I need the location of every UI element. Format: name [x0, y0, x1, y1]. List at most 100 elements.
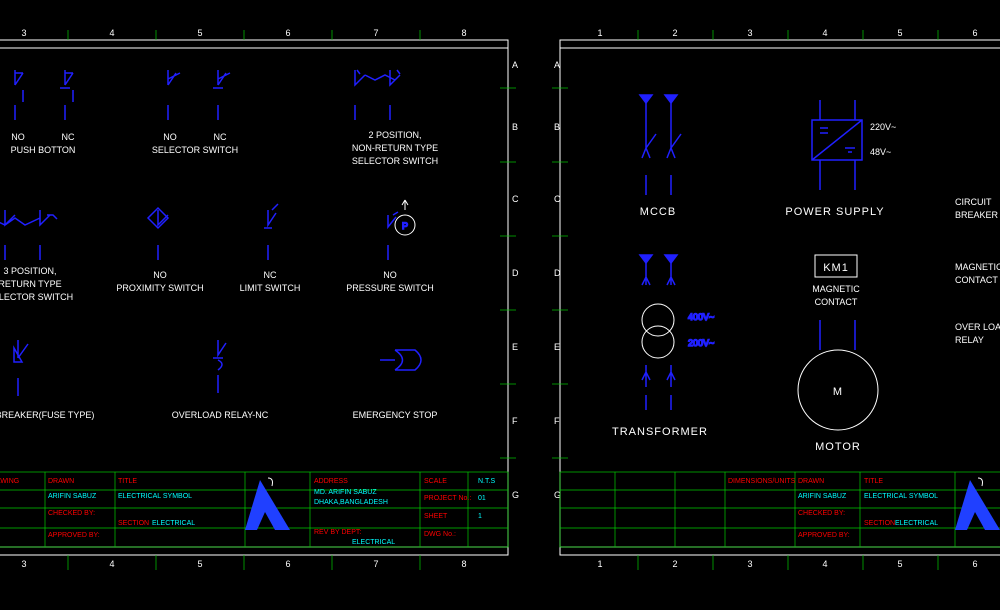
- svg-text:SELECTOR SWITCH: SELECTOR SWITCH: [352, 156, 438, 166]
- svg-text:5: 5: [197, 28, 202, 38]
- svg-text:MCCB: MCCB: [640, 206, 676, 218]
- svg-text:BREAKER(FUSE TYPE): BREAKER(FUSE TYPE): [0, 410, 94, 420]
- svg-text:A: A: [512, 60, 518, 70]
- svg-text:4: 4: [822, 28, 827, 38]
- svg-text:2 POSITION,: 2 POSITION,: [368, 130, 421, 140]
- svg-text:1: 1: [478, 513, 482, 520]
- right-sheet: 123456 123456 ABCDEFG MCCB 220V~ 48V~ PO…: [552, 28, 1000, 570]
- svg-text:DRAWN: DRAWN: [48, 478, 74, 485]
- svg-text:OVER LOAD: OVER LOAD: [955, 322, 1000, 332]
- svg-text:NO: NO: [11, 132, 25, 142]
- svg-text:ADDRESS: ADDRESS: [314, 478, 348, 485]
- proximity: [148, 208, 168, 260]
- svg-text:NON-RETURN TYPE: NON-RETURN TYPE: [352, 143, 438, 153]
- svg-text:NC: NC: [264, 270, 277, 280]
- svg-text:E: E: [512, 342, 518, 352]
- svg-text:APPROVED BY:: APPROVED BY:: [48, 532, 100, 539]
- svg-text:KM1: KM1: [823, 262, 849, 274]
- title-block-left: RE DRAWING DRAWN ARIFIN SABUZ CHECKED BY…: [0, 472, 508, 547]
- svg-text:4: 4: [109, 28, 114, 38]
- svg-text:P: P: [402, 221, 408, 231]
- svg-text:REV BY DEPT:: REV BY DEPT:: [314, 529, 361, 536]
- svg-text:2: 2: [672, 28, 677, 38]
- motor: M: [798, 320, 878, 430]
- svg-text:PROXIMITY SWITCH: PROXIMITY SWITCH: [116, 283, 203, 293]
- svg-text:APPROVED BY:: APPROVED BY:: [798, 532, 850, 539]
- svg-text:MOTOR: MOTOR: [815, 441, 861, 453]
- svg-text:SELECTOR SWITCH: SELECTOR SWITCH: [152, 145, 238, 155]
- svg-text:7: 7: [373, 28, 378, 38]
- selector-nc: [213, 70, 230, 120]
- breaker-fuse: [14, 340, 28, 396]
- svg-text:200V~: 200V~: [688, 338, 714, 348]
- svg-text:SCALE: SCALE: [424, 478, 447, 485]
- svg-text:ELECTRICAL: ELECTRICAL: [895, 520, 938, 527]
- 2pos-selector: [355, 70, 400, 120]
- svg-text:8: 8: [461, 28, 466, 38]
- svg-text:TITLE: TITLE: [864, 478, 883, 485]
- svg-text:8: 8: [461, 559, 466, 569]
- svg-text:3: 3: [21, 28, 26, 38]
- svg-text:RELAY: RELAY: [955, 335, 984, 345]
- svg-text:1: 1: [597, 28, 602, 38]
- svg-text:4: 4: [109, 559, 114, 569]
- svg-text:CONTACT: CONTACT: [815, 297, 858, 307]
- transformer: 400V~ 200V~: [640, 255, 714, 410]
- svg-text:BREAKER: BREAKER: [955, 210, 999, 220]
- svg-text:A: A: [554, 60, 560, 70]
- svg-text:6: 6: [972, 28, 977, 38]
- svg-text:C: C: [512, 194, 519, 204]
- svg-text:3: 3: [747, 559, 752, 569]
- svg-text:6: 6: [285, 559, 290, 569]
- svg-text:D: D: [512, 268, 519, 278]
- svg-text:M: M: [833, 386, 843, 398]
- svg-text:3: 3: [21, 559, 26, 569]
- svg-text:DHAKA,BANGLADESH: DHAKA,BANGLADESH: [314, 499, 388, 506]
- svg-text:48V~: 48V~: [870, 147, 891, 157]
- svg-text:CIRCUIT: CIRCUIT: [955, 197, 992, 207]
- svg-text:DIMENSIONS/UNITS: DIMENSIONS/UNITS: [728, 478, 796, 485]
- svg-text:D: D: [554, 268, 561, 278]
- svg-text:400V~: 400V~: [688, 312, 714, 322]
- svg-text:MAGNETIC: MAGNETIC: [812, 284, 860, 294]
- svg-text:DWG No.:: DWG No.:: [424, 531, 456, 538]
- svg-text:F: F: [512, 416, 518, 426]
- pressure-switch: P: [388, 200, 415, 260]
- svg-text:2: 2: [672, 559, 677, 569]
- svg-text:MD. ARIFIN SABUZ: MD. ARIFIN SABUZ: [314, 489, 377, 496]
- svg-text:OVERLOAD RELAY-NC: OVERLOAD RELAY-NC: [172, 410, 269, 420]
- svg-text:B: B: [512, 122, 518, 132]
- mccb: [640, 95, 681, 195]
- svg-text:SECTION: SECTION: [864, 520, 895, 527]
- svg-text:NO: NO: [383, 270, 397, 280]
- svg-text:ELECTRICAL: ELECTRICAL: [152, 520, 195, 527]
- svg-text:G: G: [512, 490, 519, 500]
- svg-text:SECTION: SECTION: [118, 520, 149, 527]
- svg-text:DRAWN: DRAWN: [798, 478, 824, 485]
- svg-text:CHECKED BY:: CHECKED BY:: [48, 510, 95, 517]
- emergency-stop: [380, 350, 421, 370]
- svg-text:F: F: [554, 416, 560, 426]
- svg-text:5: 5: [197, 559, 202, 569]
- svg-text:CONTACT: CONTACT: [955, 275, 998, 285]
- svg-text:B: B: [554, 122, 560, 132]
- svg-text:ELECTRICAL SYMBOL: ELECTRICAL SYMBOL: [118, 493, 192, 500]
- overload-relay: [213, 340, 226, 393]
- svg-text:POWER SUPPLY: POWER SUPPLY: [785, 206, 884, 218]
- svg-text:LIMIT SWITCH: LIMIT SWITCH: [240, 283, 301, 293]
- svg-text:CHECKED BY:: CHECKED BY:: [798, 510, 845, 517]
- svg-text:NC: NC: [214, 132, 227, 142]
- svg-text:ELECTRICAL: ELECTRICAL: [352, 539, 395, 546]
- svg-text:ELECTRICAL SYMBOL: ELECTRICAL SYMBOL: [864, 493, 938, 500]
- magnetic-contact: KM1: [815, 255, 857, 277]
- svg-text:NO: NO: [153, 270, 167, 280]
- svg-text:TRANSFORMER: TRANSFORMER: [612, 426, 708, 438]
- svg-text:01: 01: [478, 495, 486, 502]
- svg-text:C: C: [554, 194, 561, 204]
- svg-text:NO: NO: [163, 132, 177, 142]
- svg-text:3 POSITION,: 3 POSITION,: [3, 266, 56, 276]
- svg-text:TITLE: TITLE: [118, 478, 137, 485]
- svg-text:ARIFIN SABUZ: ARIFIN SABUZ: [48, 493, 97, 500]
- svg-text:RE DRAWING: RE DRAWING: [0, 478, 19, 485]
- svg-text:EMERGENCY STOP: EMERGENCY STOP: [353, 410, 438, 420]
